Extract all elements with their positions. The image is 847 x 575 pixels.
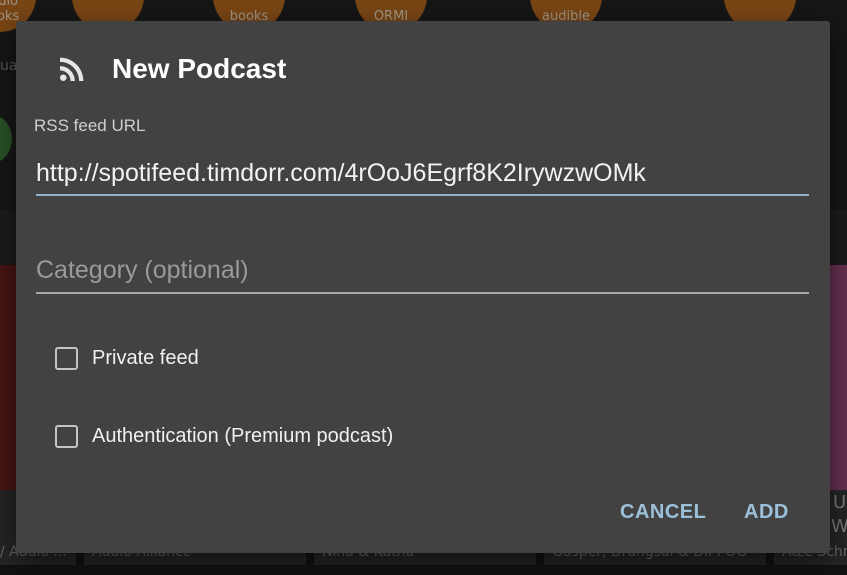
add-button[interactable]: ADD <box>738 497 795 528</box>
dialog-header: New Podcast <box>54 51 286 87</box>
rss-feed-url-label: RSS feed URL <box>34 116 146 135</box>
private-feed-label: Private feed <box>92 347 199 369</box>
private-feed-checkbox[interactable] <box>55 347 78 370</box>
authentication-checkbox[interactable] <box>55 425 78 448</box>
screen: audio books books ORMI audible ua / Audi… <box>0 0 847 575</box>
new-podcast-dialog: New Podcast RSS feed URL Private feed Au… <box>16 21 830 553</box>
authentication-label: Authentication (Premium podcast) <box>92 425 394 447</box>
private-feed-option[interactable]: Private feed <box>55 347 199 370</box>
rss-feed-icon <box>60 57 84 81</box>
authentication-option[interactable]: Authentication (Premium podcast) <box>55 425 393 448</box>
category-input[interactable] <box>36 254 809 294</box>
cancel-button[interactable]: CANCEL <box>614 497 712 528</box>
dialog-title: New Podcast <box>112 53 287 84</box>
rss-feed-url-input[interactable] <box>36 158 809 196</box>
